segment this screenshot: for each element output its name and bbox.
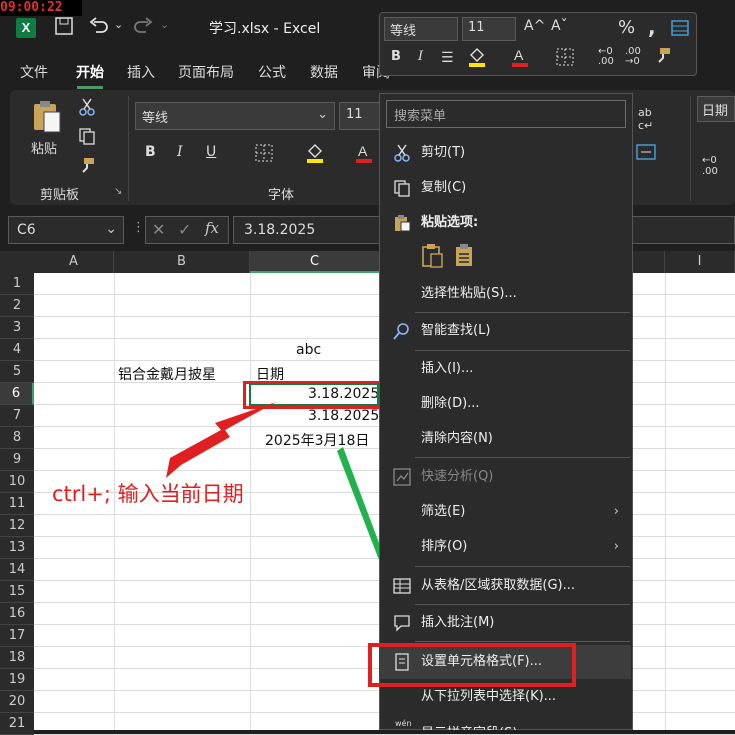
menu-separator: [415, 312, 630, 313]
phonetic-icon: wén: [395, 719, 412, 728]
menu-separator: [415, 457, 630, 458]
scissors-icon: [393, 144, 411, 162]
menu-item-label: 快速分析(Q): [421, 469, 494, 484]
menu-item-paste-special[interactable]: 选择性粘贴(S)...: [379, 277, 631, 311]
copy-icon: [393, 179, 411, 197]
paste-keep-source-icon[interactable]: [422, 244, 444, 268]
menu-item-show-phonetic[interactable]: wén 显示拼音字段(S): [379, 713, 631, 730]
table-icon: [393, 577, 411, 595]
quick-analysis-icon: [393, 468, 411, 486]
menu-item-insert[interactable]: 插入(I)...: [379, 352, 631, 386]
menu-item-label: 清除内容(N): [421, 431, 493, 446]
menu-separator: [415, 566, 630, 567]
menu-item-label: 排序(O): [421, 539, 468, 554]
menu-item-label: 剪切(T): [421, 145, 466, 160]
menu-item-label: 从表格/区域获取数据(G)...: [421, 578, 575, 593]
menu-item-label: 显示拼音字段(S): [421, 717, 517, 730]
search-icon: [393, 322, 411, 340]
red-arrow: [166, 402, 276, 478]
menu-item-label: 筛选(E): [421, 504, 466, 519]
menu-item-clear-contents[interactable]: 清除内容(N): [379, 422, 631, 456]
chevron-right-icon: ›: [613, 539, 619, 554]
menu-item-label: 粘贴选项:: [421, 215, 479, 230]
menu-item-label: 智能查找(L): [421, 323, 491, 338]
menu-item-insert-comment[interactable]: 插入批注(M): [379, 606, 631, 640]
menu-separator: [415, 641, 630, 642]
menu-item-copy[interactable]: 复制(C): [379, 171, 631, 205]
comment-icon: [393, 614, 411, 632]
menu-item-cut[interactable]: 剪切(T): [379, 136, 631, 170]
menu-item-sort[interactable]: 排序(O) ›: [379, 530, 631, 564]
menu-search-input[interactable]: 搜索菜单: [386, 100, 626, 128]
menu-item-label: 选择性粘贴(S)...: [421, 286, 517, 301]
menu-item-filter[interactable]: 筛选(E) ›: [379, 495, 631, 529]
menu-item-get-data-from-table[interactable]: 从表格/区域获取数据(G)...: [379, 569, 631, 603]
menu-item-label: 插入批注(M): [421, 615, 495, 630]
paste-values-icon[interactable]: [455, 244, 475, 268]
menu-item-label: 插入(I)...: [421, 361, 474, 376]
menu-item-label: 复制(C): [421, 180, 467, 195]
menu-item-label: 删除(D)...: [421, 396, 480, 411]
menu-item-smart-lookup[interactable]: 智能查找(L): [379, 314, 631, 348]
menu-item-paste-options: 粘贴选项:: [379, 206, 631, 240]
menu-item-quick-analysis: 快速分析(Q): [379, 460, 631, 494]
highlight-box-format-cells: [368, 643, 576, 687]
menu-separator: [415, 604, 630, 605]
menu-separator: [415, 350, 630, 351]
chevron-right-icon: ›: [613, 504, 619, 519]
paste-icon: [393, 214, 411, 232]
menu-search-placeholder: 搜索菜单: [394, 109, 447, 124]
menu-item-delete[interactable]: 删除(D)...: [379, 387, 631, 421]
